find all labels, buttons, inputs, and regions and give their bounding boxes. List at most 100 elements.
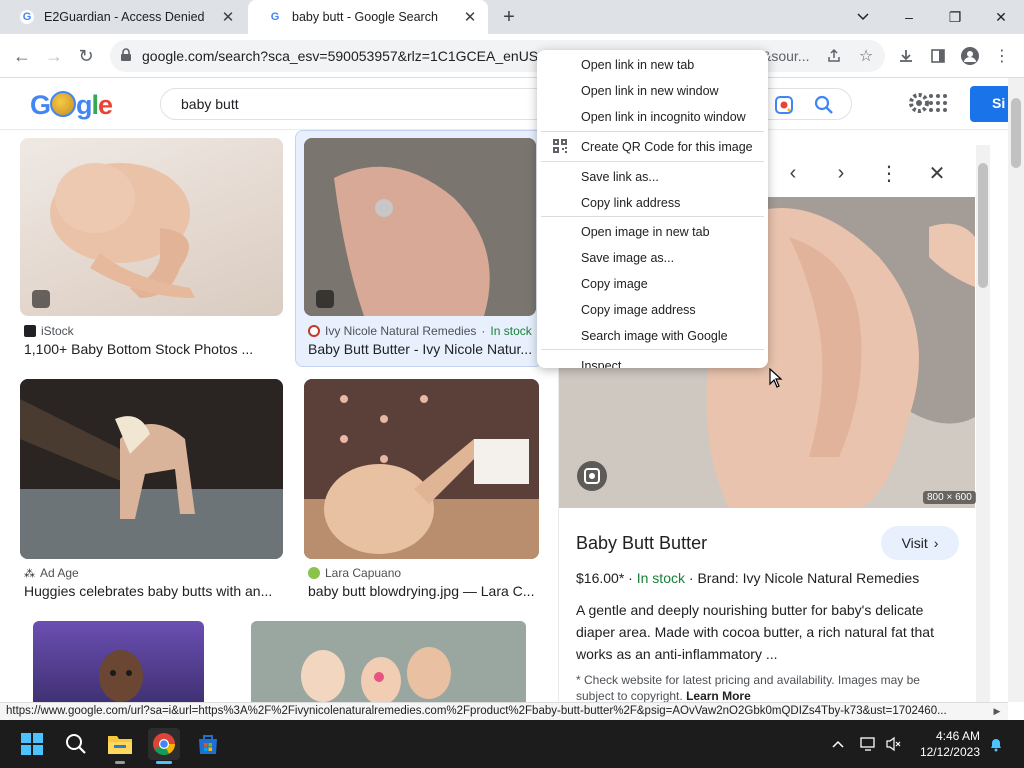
ivy-nicole-icon	[308, 325, 320, 337]
result-source: Lara Capuano	[308, 566, 401, 580]
visual-search-icon[interactable]	[577, 461, 607, 491]
context-menu: Open link in new tab Open link in new wi…	[537, 50, 768, 368]
microsoft-store-icon[interactable]	[192, 728, 224, 760]
result-thumbnail[interactable]	[251, 621, 526, 702]
visit-button[interactable]: Visit ›	[881, 526, 959, 560]
url-tail-text: &sour...	[762, 48, 810, 64]
next-image-icon[interactable]: ›	[829, 161, 853, 185]
mouse-cursor-icon	[769, 368, 783, 388]
bookmark-star-icon[interactable]: ☆	[854, 44, 878, 68]
pricing-note: * Check website for latest pricing and a…	[576, 672, 956, 702]
forward-button[interactable]: →	[42, 44, 66, 68]
google-lens-icon[interactable]	[773, 94, 795, 116]
stock-status: In stock	[490, 324, 532, 338]
page-scrollbar[interactable]	[1008, 78, 1024, 702]
google-g-icon: G	[20, 10, 34, 24]
side-panel-icon[interactable]	[926, 44, 950, 68]
chrome-icon[interactable]	[148, 728, 180, 764]
previous-image-icon[interactable]: ‹	[781, 161, 805, 185]
tab-title: E2Guardian - Access Denied	[44, 10, 205, 24]
google-logo[interactable]: Ggle	[30, 90, 113, 121]
menu-create-qr-code[interactable]: Create QR Code for this image	[537, 134, 768, 160]
system-clock[interactable]: 4:46 AM 12/12/2023	[908, 728, 980, 760]
stock-status: In stock	[636, 570, 685, 586]
screen: G E2Guardian - Access Denied ✕ G baby bu…	[0, 0, 1024, 768]
result-thumbnail[interactable]	[20, 379, 283, 559]
windows-start-icon[interactable]	[16, 728, 48, 760]
search-icon[interactable]	[60, 728, 92, 760]
result-thumbnail[interactable]	[304, 379, 539, 559]
menu-open-link-new-tab[interactable]: Open link in new tab	[537, 52, 768, 78]
chevron-right-icon: ›	[933, 535, 939, 551]
menu-open-link-incognito[interactable]: Open link in incognito window	[537, 104, 768, 130]
clock-date: 12/12/2023	[919, 745, 980, 759]
panel-scrollbar[interactable]	[976, 145, 990, 702]
new-tab-button[interactable]: +	[498, 6, 520, 28]
result-title[interactable]: Baby Butt Butter - Ivy Nicole Natur...	[308, 341, 534, 357]
file-explorer-icon[interactable]	[104, 728, 136, 764]
tab-e2guardian[interactable]: G E2Guardian - Access Denied ✕	[0, 0, 246, 34]
product-description: A gentle and deeply nourishing butter fo…	[576, 602, 934, 662]
more-options-icon[interactable]: ⋮	[877, 161, 901, 185]
address-bar[interactable]: google.com/search?sca_esv=590053957&rlz=…	[110, 40, 885, 72]
result-thumbnail[interactable]	[304, 138, 536, 316]
image-dimensions: 800 × 600	[923, 491, 976, 504]
minimize-button[interactable]: –	[886, 4, 932, 30]
search-icon[interactable]	[813, 94, 835, 116]
download-icon[interactable]	[894, 44, 918, 68]
tag-badge-icon	[316, 290, 334, 308]
panel-scrollbar-thumb[interactable]	[978, 163, 988, 288]
menu-inspect[interactable]: Inspect	[537, 353, 768, 368]
share-icon[interactable]	[822, 44, 846, 68]
menu-copy-image[interactable]: Copy image	[537, 271, 768, 297]
clock-time: 4:46 AM	[935, 729, 980, 743]
active-indicator	[156, 761, 172, 764]
source-name: Lara Capuano	[325, 566, 402, 580]
show-hidden-icons-icon[interactable]	[828, 734, 848, 754]
notification-bell-icon[interactable]	[986, 734, 1006, 754]
learn-more-link[interactable]: Learn More	[686, 689, 751, 702]
lara-capuano-icon	[308, 567, 320, 579]
visit-label: Visit	[901, 535, 928, 551]
menu-search-image-google[interactable]: Search image with Google	[537, 323, 768, 349]
page-scrollbar-thumb[interactable]	[1011, 98, 1021, 168]
istock-icon	[24, 325, 36, 337]
menu-copy-image-address[interactable]: Copy image address	[537, 297, 768, 323]
brand: Brand: Ivy Nicole Natural Remedies	[697, 570, 920, 586]
source-name: iStock	[41, 324, 74, 338]
scroll-right-arrow-icon[interactable]: ▶	[990, 703, 1004, 719]
result-title[interactable]: Huggies celebrates baby butts with an...	[24, 583, 282, 599]
menu-open-image-new-tab[interactable]: Open image in new tab	[537, 219, 768, 245]
back-button[interactable]: ←	[10, 44, 34, 68]
close-tab-icon[interactable]: ✕	[218, 7, 238, 27]
menu-open-link-new-window[interactable]: Open link in new window	[537, 78, 768, 104]
tab-title: baby butt - Google Search	[292, 10, 438, 24]
volume-muted-icon[interactable]	[884, 734, 904, 754]
link-status-bar: https://www.google.com/url?sa=i&url=http…	[0, 702, 1008, 720]
tab-google-search[interactable]: G baby butt - Google Search ✕	[248, 0, 488, 34]
menu-copy-link-address[interactable]: Copy link address	[537, 190, 768, 216]
google-header: Ggle baby butt Si	[0, 78, 1010, 130]
close-tab-icon[interactable]: ✕	[460, 7, 480, 27]
result-thumbnail[interactable]	[33, 621, 204, 702]
menu-save-image-as[interactable]: Save image as...	[537, 245, 768, 271]
close-window-button[interactable]: ✕	[978, 4, 1024, 30]
tab-search-icon[interactable]	[840, 4, 886, 30]
menu-separator	[541, 161, 764, 162]
image-results: iStock 1,100+ Baby Bottom Stock Photos .…	[0, 130, 1008, 702]
profile-avatar-icon[interactable]	[958, 44, 982, 68]
chrome-menu-icon[interactable]: ⋮	[990, 44, 1014, 68]
restore-button[interactable]: ❐	[932, 4, 978, 30]
sign-in-button[interactable]: Si	[970, 86, 1010, 122]
result-title[interactable]: 1,100+ Baby Bottom Stock Photos ...	[24, 341, 279, 357]
menu-save-link-as[interactable]: Save link as...	[537, 164, 768, 190]
network-icon[interactable]	[858, 734, 878, 754]
result-title[interactable]: baby butt blowdrying.jpg — Lara C...	[308, 583, 536, 599]
result-source: ⁂ Ad Age	[24, 566, 79, 580]
preview-title: Baby Butt Butter	[576, 533, 708, 553]
close-panel-icon[interactable]: ✕	[925, 161, 949, 185]
result-thumbnail[interactable]	[20, 138, 283, 316]
settings-gear-icon[interactable]	[908, 92, 930, 114]
google-apps-icon[interactable]	[928, 93, 948, 113]
reload-button[interactable]: ↻	[74, 44, 98, 68]
